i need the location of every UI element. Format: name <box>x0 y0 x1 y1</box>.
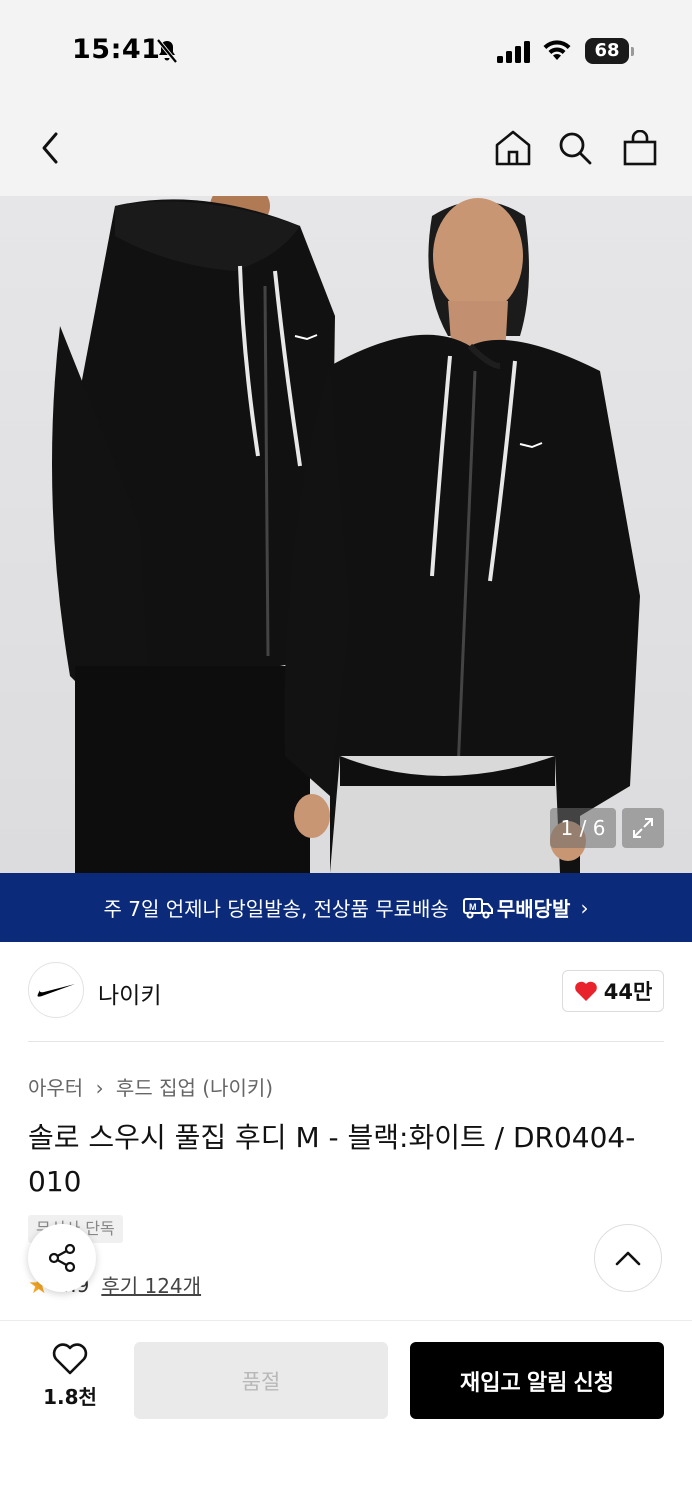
navigation-bar <box>0 100 692 196</box>
nike-swoosh-icon <box>37 984 75 997</box>
heart-outline-icon <box>52 1343 88 1375</box>
chevron-up-icon <box>615 1251 641 1266</box>
search-button[interactable] <box>553 100 597 196</box>
bell-off-icon <box>156 38 178 64</box>
promo-banner[interactable]: 주 7일 언제나 당일발송, 전상품 무료배송 M 무배당발 › <box>0 873 692 942</box>
product-title: 솔로 스우시 풀집 후디 M - 블랙:화이트 / DR0404-010 <box>28 1121 636 1198</box>
product-photo-illustration <box>52 196 640 873</box>
bottom-action-bar: 1.8천 품절 재입고 알림 신청 <box>0 1320 692 1500</box>
wishlist-button[interactable]: 1.8천 <box>38 1343 102 1423</box>
svg-text:M: M <box>469 902 477 912</box>
status-bar: 15:41 68 <box>0 0 692 100</box>
restock-alert-button[interactable]: 재입고 알림 신청 <box>410 1342 664 1419</box>
brand-row: 나이키 44만 <box>28 962 664 1022</box>
battery-tip <box>631 47 634 56</box>
wifi-icon <box>543 40 571 60</box>
battery-level: 68 <box>594 40 620 61</box>
free-delivery-badge: M 무배당발 <box>462 893 571 922</box>
promo-chevron-icon: › <box>580 895 589 920</box>
scroll-top-button[interactable] <box>594 1224 662 1292</box>
divider <box>28 1041 664 1042</box>
back-chevron-icon <box>42 132 58 164</box>
heart-filled-icon <box>574 981 597 1001</box>
image-counter: 1 / 6 <box>550 808 616 848</box>
home-icon <box>495 130 531 166</box>
back-button[interactable] <box>28 100 72 196</box>
review-link[interactable]: 후기 124개 <box>101 1270 201 1299</box>
wishlist-count: 1.8천 <box>43 1385 97 1409</box>
breadcrumb: 아우터 › 후드 집업 (나이키) <box>28 1072 273 1101</box>
brand-like-button[interactable]: 44만 <box>562 970 664 1012</box>
brand-name[interactable]: 나이키 <box>98 976 161 1010</box>
delivery-truck-icon: M <box>462 897 493 918</box>
breadcrumb-item-subcategory[interactable]: 후드 집업 (나이키) <box>116 1076 273 1100</box>
status-time: 15:41 <box>72 34 161 65</box>
battery-icon: 68 <box>585 38 635 64</box>
promo-text: 주 7일 언제나 당일발송, 전상품 무료배송 <box>103 897 449 921</box>
soldout-button: 품절 <box>134 1342 388 1419</box>
breadcrumb-separator-icon: › <box>95 1076 104 1100</box>
shopping-bag-icon <box>623 130 657 166</box>
home-button[interactable] <box>490 100 536 196</box>
promo-badge-label: 무배당발 <box>496 897 571 921</box>
product-image[interactable] <box>0 196 692 873</box>
expand-icon <box>633 818 653 838</box>
brand-logo[interactable] <box>28 962 84 1018</box>
search-icon <box>559 132 592 165</box>
brand-like-count: 44만 <box>603 980 653 1004</box>
cellular-signal-icon <box>497 41 530 63</box>
shopping-bag-button[interactable] <box>618 100 662 196</box>
share-button[interactable] <box>28 1224 96 1292</box>
share-icon <box>48 1243 76 1273</box>
breadcrumb-item-category[interactable]: 아우터 <box>28 1076 83 1100</box>
expand-image-button[interactable] <box>622 808 664 848</box>
